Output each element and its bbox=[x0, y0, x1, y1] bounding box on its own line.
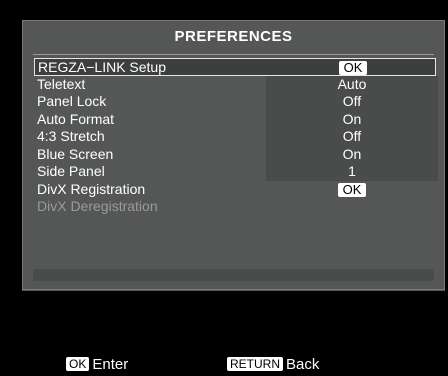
return-key-icon: RETURN bbox=[227, 357, 283, 371]
menu-item-value: Off bbox=[266, 93, 438, 111]
preferences-menu-panel: PREFERENCES REGZA−LINK Setup OK Teletext Au… bbox=[22, 20, 445, 290]
menu-item-value: 1 bbox=[266, 163, 438, 181]
legend-back: RETURN Back bbox=[227, 356, 319, 374]
menu-item-divx-registration[interactable]: DivX Registration OK bbox=[34, 181, 436, 199]
menu-item-value: Off bbox=[266, 128, 438, 146]
menu-item-divx-deregistration: DivX Deregistration bbox=[34, 198, 436, 216]
footer-divider bbox=[22, 290, 445, 291]
menu-item-value: OK bbox=[267, 59, 439, 76]
menu-list: REGZA−LINK Setup OK Teletext Auto Panel Lock… bbox=[34, 58, 438, 216]
ok-button[interactable]: OK bbox=[338, 61, 368, 76]
menu-item-blue-screen[interactable]: Blue Screen On bbox=[34, 145, 438, 163]
menu-item-label: Auto Format bbox=[37, 110, 115, 127]
menu-item-label: Blue Screen bbox=[37, 145, 114, 162]
menu-item-label: Teletext bbox=[37, 75, 86, 92]
menu-item-value bbox=[266, 198, 438, 216]
panel-bottom-bar bbox=[33, 269, 434, 281]
menu-item-panel-lock[interactable]: Panel Lock Off bbox=[34, 93, 438, 111]
ok-key-icon: OK bbox=[66, 357, 90, 371]
menu-item-label: 4:3 Stretch bbox=[37, 128, 105, 144]
menu-item-value: On bbox=[266, 110, 438, 128]
menu-item-value: OK bbox=[266, 181, 438, 199]
ok-button[interactable]: OK bbox=[337, 182, 367, 197]
menu-item-teletext[interactable]: Teletext Auto bbox=[34, 75, 438, 93]
legend-enter: OK Enter bbox=[66, 356, 128, 374]
menu-item-value: On bbox=[266, 145, 438, 163]
menu-item-label: Side Panel bbox=[37, 163, 105, 179]
menu-item-value: Auto bbox=[266, 75, 438, 93]
menu-item-label: DivX Registration bbox=[37, 180, 146, 197]
legend-back-label: Back bbox=[286, 356, 320, 373]
menu-item-label: REGZA−LINK Setup bbox=[38, 59, 167, 75]
menu-item-4-3-stretch[interactable]: 4:3 Stretch Off bbox=[34, 128, 438, 146]
menu-item-regza-link-setup[interactable]: REGZA−LINK Setup OK bbox=[34, 58, 436, 76]
menu-item-label: DivX Deregistration bbox=[37, 198, 158, 214]
menu-title: PREFERENCES bbox=[174, 28, 293, 45]
menu-item-label: Panel Lock bbox=[37, 93, 107, 109]
key-legend: OK Enter RETURN Back bbox=[0, 356, 448, 376]
menu-item-auto-format[interactable]: Auto Format On bbox=[34, 110, 438, 128]
legend-enter-label: Enter bbox=[92, 356, 129, 373]
menu-item-side-panel[interactable]: Side Panel 1 bbox=[34, 163, 438, 181]
title-divider bbox=[33, 54, 434, 55]
